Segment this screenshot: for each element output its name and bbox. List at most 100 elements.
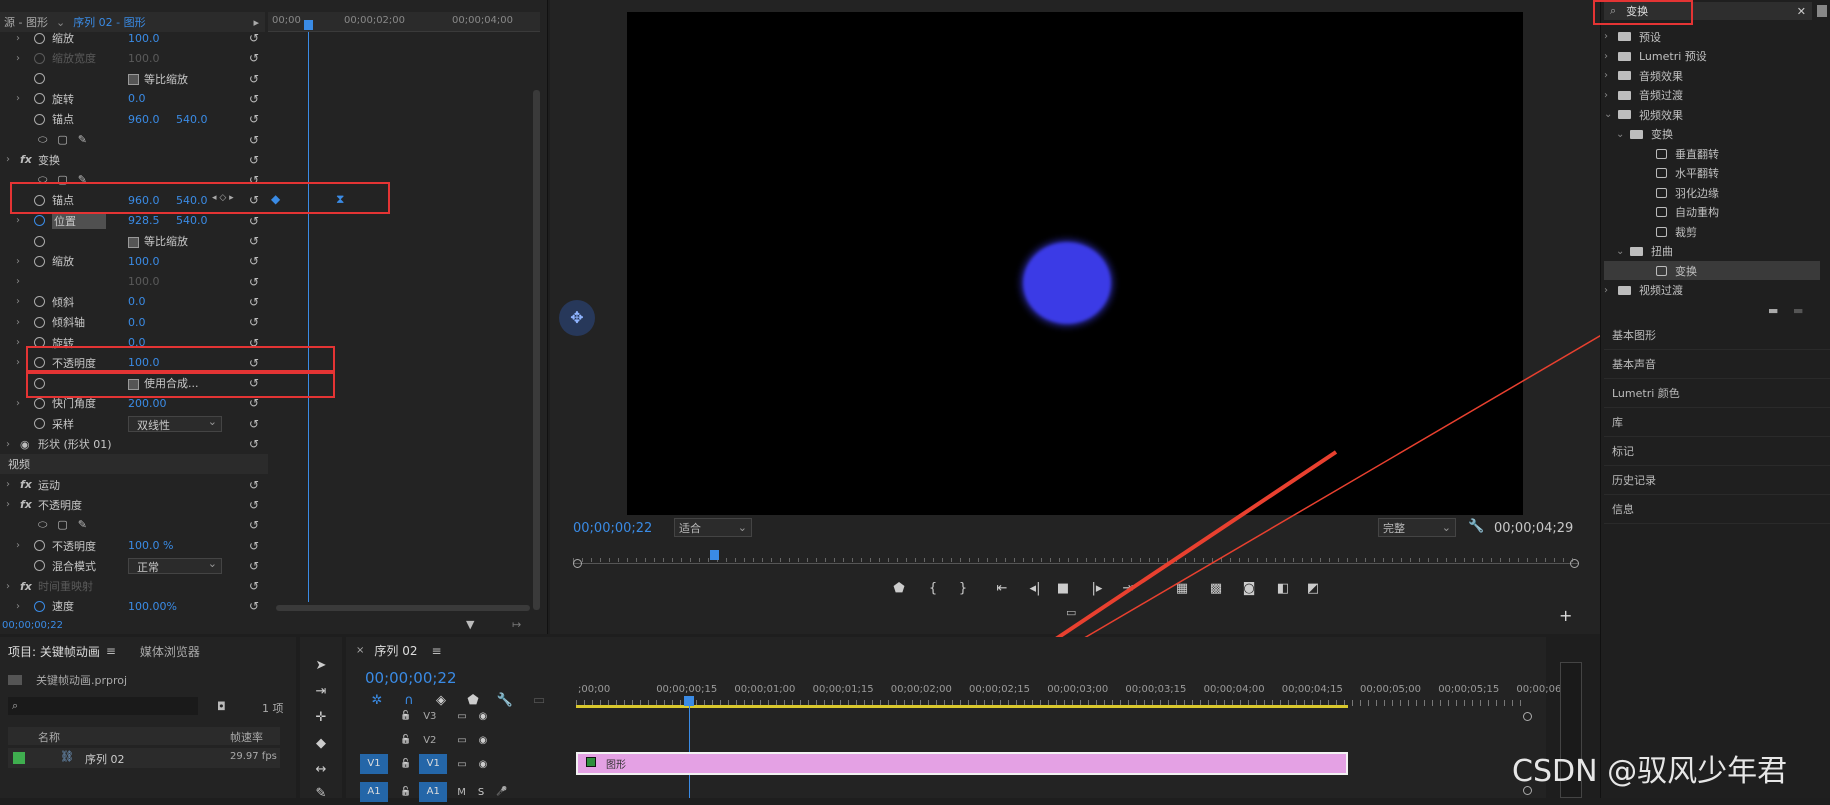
project-item-name: 序列 02	[85, 753, 125, 766]
timeline-ruler[interactable]: ;00;00 00;00;00;15 00;00;01;00 00;00;01;15 0…	[576, 680, 1561, 710]
source-patch[interactable]: V1	[360, 754, 388, 774]
selection-tool-icon[interactable]: ➤	[310, 655, 332, 677]
ruler-time-label: 00;00;02;00	[890, 684, 952, 695]
track-select-tool-icon[interactable]: ⇥	[310, 681, 332, 703]
chevron-down-icon[interactable]: ⌄	[1604, 109, 1618, 120]
trash-icon[interactable]: ▬	[1793, 304, 1803, 317]
lock-icon[interactable]: 🔓	[400, 787, 411, 797]
tools-panel: ➤ ⇥ ✛ ◆ ↔ ✎	[300, 637, 342, 801]
effect-icon	[1656, 226, 1667, 237]
eye-icon[interactable]: ◉	[479, 759, 488, 770]
folder-icon	[1618, 71, 1631, 80]
label-color-swatch[interactable]	[13, 752, 25, 764]
column-framerate[interactable]: 帧速率	[230, 729, 263, 745]
timeline-timecode[interactable]: 00;00;00;22	[365, 669, 457, 687]
razor-tool-icon[interactable]: ◆	[310, 733, 332, 755]
project-item-row[interactable]: ⛓ 序列 02 29.97 fps	[8, 748, 280, 768]
sync-lock-icon[interactable]: ▭	[457, 711, 466, 722]
tab-project[interactable]: 项目: 关键帧动画	[8, 643, 100, 660]
chevron-right-icon[interactable]: ›	[1604, 285, 1618, 296]
ruler-time-label: 00;00;05;00	[1360, 684, 1422, 695]
effects-tree-item[interactable]: › 音频过渡	[1604, 86, 1820, 105]
close-icon[interactable]: ×	[356, 645, 364, 656]
track-header[interactable]: A1 🔓 A1 M S 🎤	[360, 781, 572, 803]
search-icon: ⌕	[12, 699, 19, 712]
effects-tree-item[interactable]: › 视频过渡	[1604, 281, 1820, 300]
sync-lock-icon[interactable]: ▭	[457, 735, 466, 746]
new-bin-icon[interactable]	[1817, 5, 1827, 17]
effects-tree-item[interactable]: 水平翻转	[1604, 164, 1820, 183]
track-header[interactable]: 🔓 V2 ▭ ◉	[360, 729, 572, 751]
project-search[interactable]: ⌕	[8, 697, 198, 715]
panel-header-item[interactable]: 库	[1604, 409, 1830, 437]
effects-tree-item[interactable]: 垂直翻转	[1604, 144, 1820, 163]
ripple-edit-tool-icon[interactable]: ✛	[310, 707, 332, 729]
folder-icon	[1618, 110, 1631, 119]
effects-tree-item[interactable]: › 音频效果	[1604, 66, 1820, 85]
folder-icon	[1618, 32, 1631, 41]
tree-item-label: 变换	[1675, 264, 1697, 278]
chevron-right-icon[interactable]: ›	[1604, 70, 1618, 81]
tree-item-label: Lumetri 预设	[1639, 50, 1707, 63]
track-header[interactable]: 🔓 V3 ▭ ◉	[360, 705, 572, 727]
effects-tree-item[interactable]: 羽化边缘	[1604, 183, 1820, 202]
menu-icon[interactable]: ≡	[106, 644, 116, 658]
track-name[interactable]: V3	[423, 711, 447, 722]
chevron-down-icon[interactable]: ⌄	[1616, 129, 1630, 140]
lock-icon[interactable]: 🔓	[400, 735, 411, 745]
slip-tool-icon[interactable]: ↔	[310, 759, 332, 781]
track-header[interactable]: V1 🔓 V1 ▭ ◉	[360, 753, 572, 775]
folder-new-icon[interactable]: ▬	[1768, 304, 1778, 317]
solo-icon[interactable]: S	[478, 787, 484, 798]
folder-icon	[1630, 129, 1643, 139]
tree-item-label: 水平翻转	[1675, 167, 1719, 180]
chevron-right-icon[interactable]: ›	[1604, 51, 1618, 62]
tab-sequence-02[interactable]: 序列 02	[374, 642, 417, 659]
effects-tree-item[interactable]: › Lumetri 预设	[1604, 47, 1820, 66]
project-file-row: 关键帧动画.prproj	[8, 672, 127, 688]
mute-icon[interactable]: M	[457, 787, 466, 798]
track-name[interactable]: V1	[419, 754, 448, 774]
lock-icon[interactable]: 🔓	[400, 711, 411, 721]
ruler-time-label: 00;00;01;15	[812, 684, 874, 695]
timeline-playhead-marker[interactable]	[684, 696, 694, 706]
panel-header-item[interactable]: Lumetri 颜色	[1604, 380, 1830, 408]
menu-icon[interactable]: ≡	[431, 644, 441, 658]
effects-tree-item[interactable]: 裁剪	[1604, 222, 1820, 241]
folder-icon	[1630, 246, 1643, 256]
pen-tool-icon[interactable]: ✎	[310, 783, 332, 805]
lock-icon[interactable]: 🔓	[400, 759, 411, 769]
ruler-time-label: 00;00;04;00	[1203, 684, 1265, 695]
video-clip[interactable]: 图形	[576, 752, 1348, 775]
sync-lock-icon[interactable]: ▭	[457, 759, 466, 770]
panel-header-item[interactable]: 历史记录	[1604, 467, 1830, 495]
ruler-time-label: 00;00;03;15	[1125, 684, 1187, 695]
effects-tree-item[interactable]: ⌄ 视频效果	[1604, 105, 1820, 124]
panel-header-item[interactable]: 标记	[1604, 438, 1830, 466]
eye-icon[interactable]: ◉	[479, 735, 488, 746]
column-name[interactable]: 名称	[38, 729, 60, 745]
panel-header-item[interactable]: 基本声音	[1604, 351, 1830, 379]
effects-tree-item[interactable]: 变换	[1604, 261, 1820, 280]
annotation-box-search	[1593, 0, 1693, 25]
panel-header-item[interactable]: 信息	[1604, 496, 1830, 524]
clear-search-icon[interactable]: ✕	[1797, 5, 1806, 18]
bin-icon[interactable]: ◘	[217, 700, 226, 713]
effects-tree-item[interactable]: ⌄ 变换	[1604, 125, 1820, 144]
tree-item-label: 垂直翻转	[1675, 147, 1719, 161]
chevron-down-icon[interactable]: ⌄	[1616, 246, 1630, 257]
timeline-scroll-handle[interactable]	[1523, 712, 1532, 721]
chevron-right-icon[interactable]: ›	[1604, 31, 1618, 42]
track-name[interactable]: A1	[419, 782, 448, 802]
source-patch[interactable]: A1	[360, 782, 388, 802]
ruler-time-label: ;00;00	[578, 684, 611, 695]
microphone-icon[interactable]: 🎤	[496, 787, 507, 797]
tab-media-browser[interactable]: 媒体浏览器	[140, 643, 200, 660]
effects-tree-item[interactable]: ⌄ 扭曲	[1604, 242, 1820, 261]
effects-tree-item[interactable]: 自动重构	[1604, 203, 1820, 222]
chevron-right-icon[interactable]: ›	[1604, 90, 1618, 101]
eye-icon[interactable]: ◉	[479, 711, 488, 722]
panel-header-item[interactable]: 基本图形	[1604, 322, 1830, 350]
track-name[interactable]: V2	[423, 735, 447, 746]
effects-tree-item[interactable]: › 预设	[1604, 27, 1820, 46]
